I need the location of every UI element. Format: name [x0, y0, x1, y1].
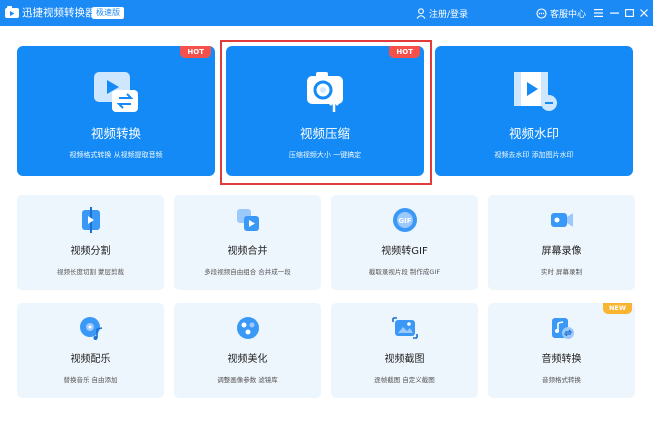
card-desc: 压缩视频大小 一键搞定	[288, 151, 362, 159]
video-compress-icon	[307, 72, 343, 112]
video-split-icon	[82, 207, 100, 233]
audio-convert-card[interactable]: NEW 音频转换 音频格式转换	[488, 303, 635, 398]
card-title: 屏幕录像	[541, 246, 582, 257]
video-split-card[interactable]: 视频分割 视频长度切割 蒙层剪裁	[17, 195, 164, 290]
hot-badge: HOT	[180, 46, 211, 58]
card-desc: 视频去水印 添加图片水印	[494, 151, 574, 159]
edition-badge: 极速版	[92, 7, 124, 19]
svg-text:GIF: GIF	[398, 217, 411, 225]
minimize-icon	[609, 12, 619, 14]
maximize-button[interactable]	[623, 6, 635, 20]
card-desc: 替换音乐 自由添加	[63, 376, 118, 384]
card-title: 视频转GIF	[381, 246, 428, 257]
video-convert-card[interactable]: HOT 视频转换 视频格式转换 从视频提取音频	[17, 46, 215, 176]
video-music-card[interactable]: 视频配乐 替换音乐 自由添加	[17, 303, 164, 398]
video-screenshot-card[interactable]: 视频截图 逐帧截图 自定义截图	[331, 303, 478, 398]
video-watermark-card[interactable]: 视频水印 视频去水印 添加图片水印	[435, 46, 633, 176]
video-gif-card[interactable]: GIF 视频转GIF 截取录视片段 制作成GIF	[331, 195, 478, 290]
card-title: 视频截图	[384, 354, 425, 365]
video-gif-icon: GIF	[393, 208, 417, 232]
minimize-button[interactable]	[608, 6, 620, 20]
video-beautify-icon	[237, 317, 259, 339]
user-icon	[416, 7, 426, 19]
card-desc: 音频格式转换	[542, 376, 581, 384]
close-button[interactable]	[638, 6, 650, 20]
menu-button[interactable]	[592, 6, 604, 20]
card-title: 视频合并	[227, 246, 268, 257]
video-beautify-card[interactable]: 视频美化 调整画像参数 滤镜库	[174, 303, 321, 398]
card-desc: 视频格式转换 从视频提取音频	[69, 151, 163, 159]
card-title: 视频水印	[508, 126, 559, 141]
video-music-icon	[80, 317, 103, 340]
close-icon	[640, 9, 648, 17]
app-logo-icon	[5, 6, 19, 18]
card-desc: 实时 屏幕录制	[540, 268, 583, 276]
video-screenshot-icon	[392, 317, 418, 339]
video-watermark-icon	[514, 72, 557, 111]
title-bar: 迅捷视频转换器 极速版 注册/登录 客服中心	[0, 0, 653, 26]
video-convert-icon	[94, 72, 138, 112]
card-title: 视频分割	[70, 246, 111, 257]
hot-badge: HOT	[389, 46, 420, 58]
card-desc: 调整画像参数 滤镜库	[217, 376, 278, 384]
audio-convert-icon	[552, 318, 574, 339]
screen-record-icon	[551, 213, 573, 227]
card-desc: 多段视频自由组合 合并成一段	[204, 268, 291, 276]
menu-icon	[593, 9, 603, 17]
card-title: 视频转换	[90, 126, 141, 141]
card-title: 音频转换	[541, 354, 582, 365]
maximize-icon	[624, 9, 634, 17]
support-button[interactable]: 客服中心	[536, 6, 586, 20]
card-desc: 视频长度切割 蒙层剪裁	[56, 268, 125, 276]
headset-icon	[536, 7, 547, 19]
support-label: 客服中心	[550, 9, 587, 20]
login-label: 注册/登录	[429, 9, 469, 20]
card-desc: 截取录视片段 制作成GIF	[368, 268, 441, 276]
card-title: 视频美化	[227, 354, 268, 365]
new-badge: NEW	[602, 303, 632, 314]
video-merge-icon	[237, 209, 259, 231]
app-title: 迅捷视频转换器	[22, 7, 96, 19]
card-desc: 逐帧截图 自定义截图	[374, 376, 435, 384]
video-compress-card[interactable]: HOT 视频压缩 压缩视频大小 一键搞定	[226, 46, 424, 176]
card-title: 视频压缩	[299, 126, 350, 141]
login-button[interactable]: 注册/登录	[416, 6, 468, 20]
card-title: 视频配乐	[70, 354, 111, 365]
video-merge-card[interactable]: 视频合并 多段视频自由组合 合并成一段	[174, 195, 321, 290]
screen-record-card[interactable]: 屏幕录像 实时 屏幕录制	[488, 195, 635, 290]
